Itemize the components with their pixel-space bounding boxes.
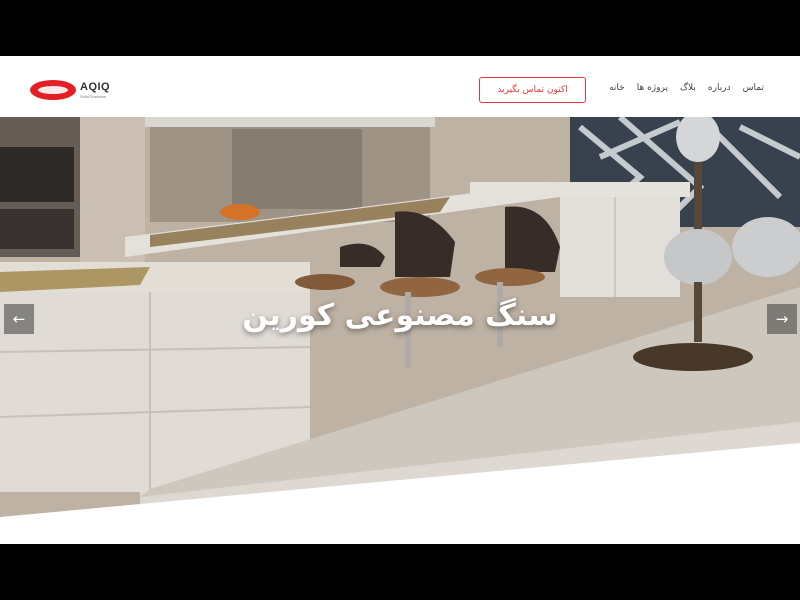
letterbox-top	[0, 0, 800, 56]
logo-tagline: Solid Surfaces	[80, 93, 106, 99]
slider-next-button[interactable]: →	[767, 304, 797, 334]
slider-prev-button[interactable]: ←	[4, 304, 34, 334]
arrow-right-icon: →	[775, 310, 789, 328]
nav-contact[interactable]: تماس	[743, 83, 764, 93]
logo[interactable]: AQIQ Solid Surfaces	[30, 78, 110, 102]
arrow-left-icon: ←	[12, 310, 26, 328]
site-header: AQIQ Solid Surfaces اکنون تماس بگیرید خا…	[0, 56, 800, 117]
page: AQIQ Solid Surfaces اکنون تماس بگیرید خا…	[0, 56, 800, 544]
nav-projects[interactable]: پروژه ها	[637, 83, 668, 93]
letterbox-bottom	[0, 544, 800, 600]
main-nav: خانه پروژه ها بلاگ درباره تماس	[609, 83, 764, 93]
logo-mark-icon	[30, 80, 76, 100]
hero-title: سنگ مصنوعی کورین	[242, 298, 558, 333]
nav-blog[interactable]: بلاگ	[680, 83, 696, 93]
nav-home[interactable]: خانه	[609, 83, 625, 93]
call-now-button[interactable]: اکنون تماس بگیرید	[479, 77, 586, 103]
hero-bottom-slant	[0, 443, 800, 544]
nav-about[interactable]: درباره	[708, 83, 731, 93]
logo-name: AQIQ	[80, 80, 111, 93]
